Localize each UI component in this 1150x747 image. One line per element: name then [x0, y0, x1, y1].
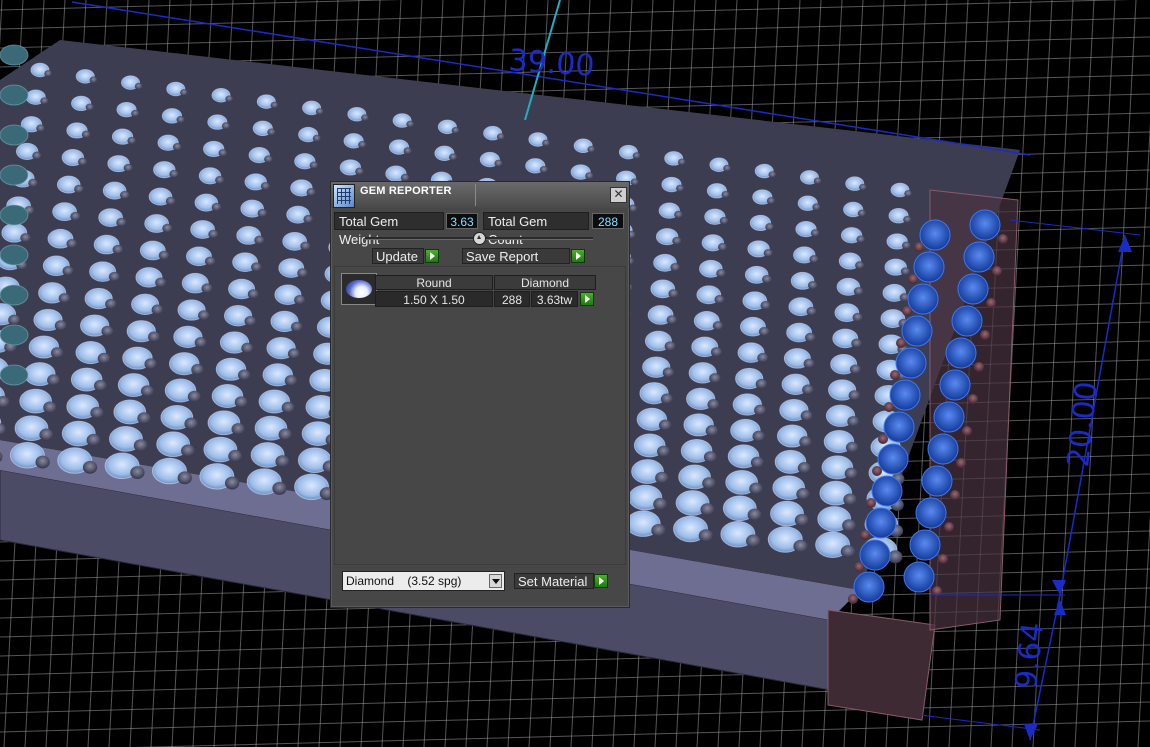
gem-reporter-panel: GEM REPORTER ✕ Total Gem Weight 3.63 Tot…: [330, 181, 630, 608]
gem-shape-header: Round: [375, 275, 493, 290]
round-diamond-thumbnail-icon: [341, 273, 377, 305]
dimension-depth-label: 9.64: [1009, 621, 1051, 691]
gem-size-cell: 1.50 X 1.50: [375, 291, 493, 307]
total-gem-weight-label: Total Gem Weight: [334, 212, 444, 247]
gem-material-header: Diamond: [494, 275, 596, 290]
update-button[interactable]: Update: [372, 248, 424, 264]
chevron-down-icon[interactable]: [489, 574, 502, 588]
titlebar-divider: [475, 184, 476, 206]
gem-reporter-icon: [333, 184, 355, 208]
panel-title: GEM REPORTER: [360, 185, 452, 197]
material-select-value: Diamond (3.52 spg): [346, 574, 462, 588]
total-gem-weight-value: 3.63: [446, 213, 478, 229]
set-material-button[interactable]: Set Material: [514, 573, 594, 589]
gem-count-cell: 288: [494, 291, 530, 307]
set-material-go-icon[interactable]: [594, 574, 608, 588]
material-select[interactable]: Diamond (3.52 spg): [342, 571, 505, 591]
save-report-go-icon[interactable]: [571, 249, 585, 263]
panel-titlebar[interactable]: GEM REPORTER ✕: [331, 182, 629, 208]
save-report-button[interactable]: Save Report: [462, 248, 570, 264]
close-icon[interactable]: ✕: [610, 187, 627, 203]
dimension-width-label: 39.00: [507, 43, 595, 84]
gem-weight-cell: 3.63tw: [531, 291, 578, 307]
total-gem-count-value: 288: [592, 213, 624, 229]
update-go-icon[interactable]: [425, 249, 439, 263]
gem-row-go-icon[interactable]: [580, 292, 594, 306]
dimension-height-label: 20.00: [1061, 380, 1105, 469]
gem-list: [334, 266, 626, 565]
total-gem-count-label: Total Gem Count: [483, 212, 589, 247]
panel-resize-slider-handle[interactable]: [473, 232, 486, 245]
